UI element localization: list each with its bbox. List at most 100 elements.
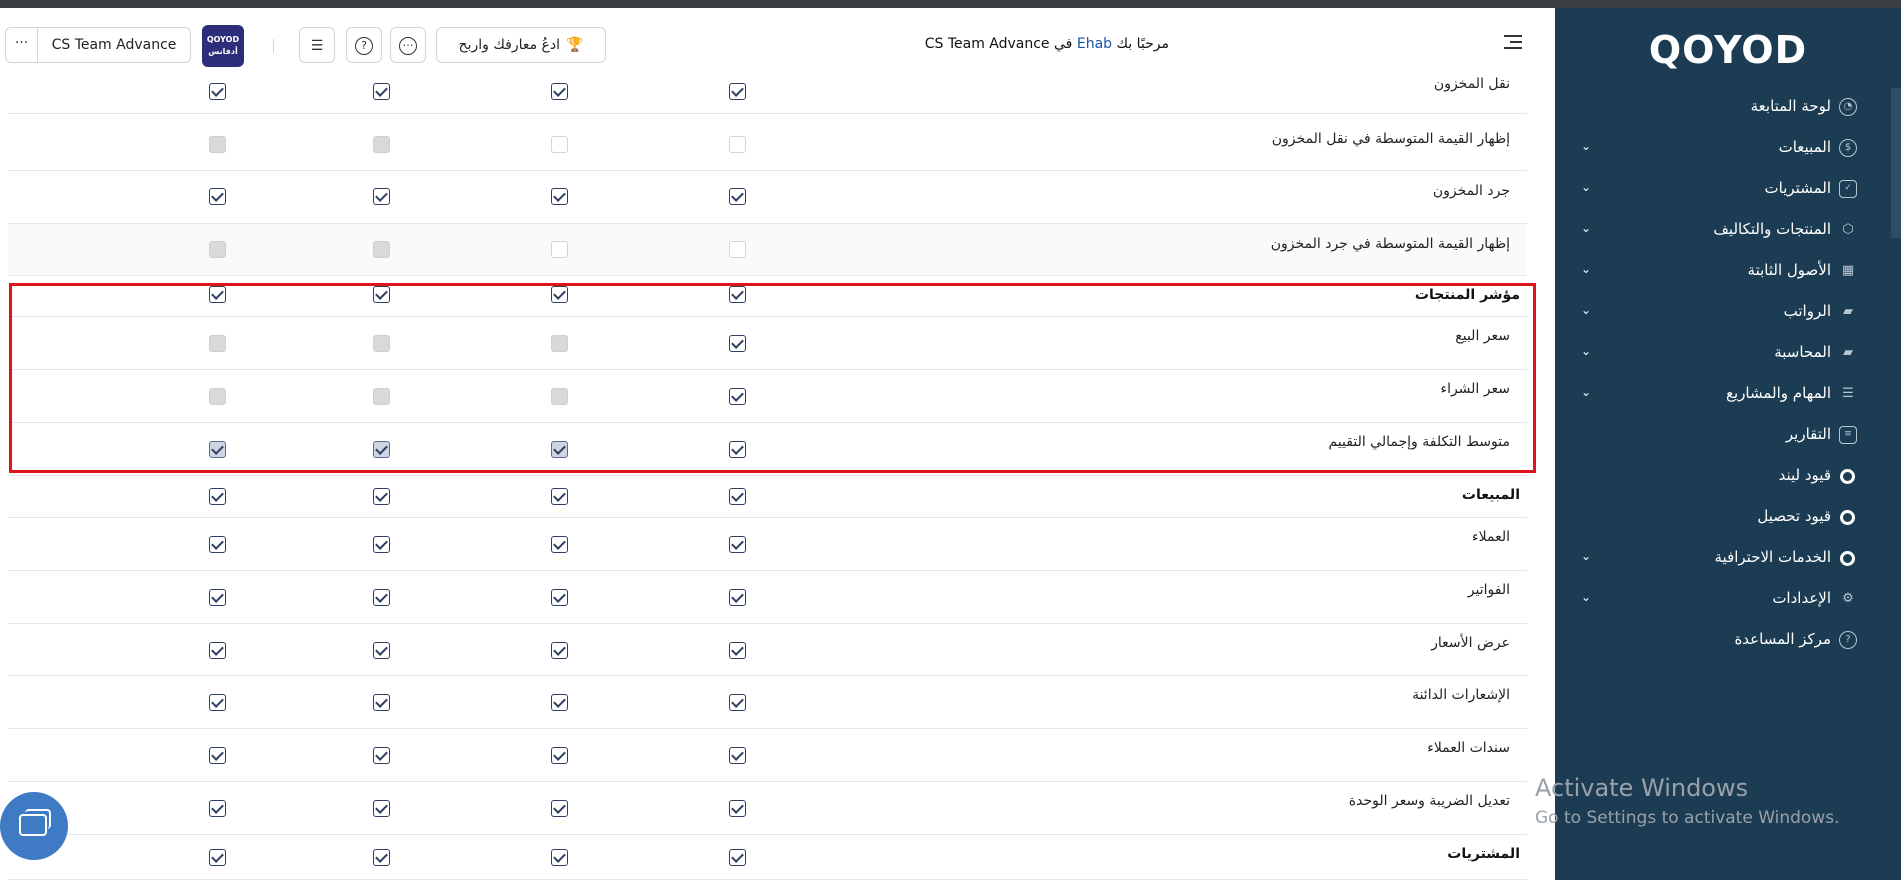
sidebar-item-13[interactable]: الإعدادات ⚙ ⌄ [1555,578,1901,622]
permission-checkbox[interactable] [551,241,568,258]
permission-checkbox[interactable] [373,849,390,866]
support-chat-button[interactable] [0,792,68,860]
permission-checkbox[interactable] [729,800,746,817]
permission-checkbox [209,136,226,153]
permission-checkbox[interactable] [373,642,390,659]
chevron-down-icon[interactable]: ⌄ [1577,342,1595,360]
permission-checkbox[interactable] [551,800,568,817]
permission-label: إظهار القيمة المتوسطة في نقل المخزون [1271,131,1510,147]
chevron-down-icon[interactable]: ⌄ [1577,547,1595,565]
sidebar-item-7[interactable]: المحاسبة ▰ ⌄ [1555,332,1901,376]
permission-checkbox[interactable] [209,83,226,100]
permission-checkbox[interactable] [373,800,390,817]
permission-checkbox[interactable] [373,536,390,553]
folder-icon: ▰ [1843,304,1853,319]
trophy-icon: 🏆 [566,37,584,53]
permission-checkbox[interactable] [209,800,226,817]
permission-checkbox[interactable] [209,188,226,205]
permission-checkbox[interactable] [373,441,390,458]
permission-checkbox[interactable] [373,83,390,100]
more-options-icon[interactable]: ··· [6,28,38,62]
permission-checkbox[interactable] [551,83,568,100]
permission-checkbox[interactable] [209,642,226,659]
chevron-down-icon[interactable]: ⌄ [1577,588,1595,606]
sidebar-item-8[interactable]: المهام والمشاريع ☰ ⌄ [1555,373,1901,417]
permission-checkbox[interactable] [729,388,746,405]
permission-checkbox[interactable] [551,849,568,866]
invite-and-earn-button[interactable]: 🏆ادعُ معارفك واربح [436,27,606,63]
permission-checkbox[interactable] [209,747,226,764]
chat-button[interactable]: ··· [390,27,426,63]
permission-checkbox[interactable] [209,694,226,711]
permission-checkbox[interactable] [551,642,568,659]
permission-checkbox[interactable] [209,849,226,866]
permission-checkbox[interactable] [209,536,226,553]
permission-checkbox[interactable] [551,441,568,458]
help-button[interactable]: ? [346,27,382,63]
permission-checkbox[interactable] [729,188,746,205]
chevron-down-icon[interactable]: ⌄ [1577,219,1595,237]
sidebar-item-3[interactable]: المشتريات ✓ ⌄ [1555,168,1901,212]
permission-checkbox[interactable] [729,335,746,352]
permission-checkbox[interactable] [373,488,390,505]
permission-checkbox[interactable] [551,488,568,505]
permission-row: سندات العملاء [8,729,1527,782]
permission-checkbox[interactable] [729,589,746,606]
permission-checkbox[interactable] [551,747,568,764]
sidebar-item-14[interactable]: مركز المساعدة? [1555,619,1901,663]
sidebar-item-label: قيود تحصيل [1757,507,1831,525]
permission-checkbox[interactable] [729,488,746,505]
chevron-down-icon[interactable]: ⌄ [1577,178,1595,196]
permission-checkbox[interactable] [209,488,226,505]
chevron-down-icon[interactable]: ⌄ [1577,260,1595,278]
sidebar-item-5[interactable]: الأصول الثابتة ▦ ⌄ [1555,250,1901,294]
permission-checkbox[interactable] [729,536,746,553]
company-logo[interactable]: QOYOD أدفانس [202,25,244,67]
permission-checkbox[interactable] [209,441,226,458]
permission-checkbox[interactable] [729,286,746,303]
permission-checkbox[interactable] [729,136,746,153]
chevron-down-icon[interactable]: ⌄ [1577,383,1595,401]
chevron-down-icon[interactable]: ⌄ [1577,301,1595,319]
permission-checkbox[interactable] [551,286,568,303]
permission-checkbox[interactable] [729,642,746,659]
permission-checkbox[interactable] [729,441,746,458]
sidebar-item-label: المهام والمشاريع [1726,384,1831,402]
permission-checkbox[interactable] [373,747,390,764]
company-switcher-label: CS Team Advance [51,37,177,53]
permission-checkbox[interactable] [209,589,226,606]
permission-checkbox[interactable] [551,536,568,553]
tasks-button[interactable]: ☰ [299,27,335,63]
sidebar-item-1[interactable]: لوحة المتابعة ◔ [1555,86,1901,130]
permission-checkbox[interactable] [729,241,746,258]
permission-checkbox[interactable] [373,188,390,205]
company-switcher[interactable]: ··· CS Team Advance [5,27,191,63]
permission-checkbox[interactable] [729,83,746,100]
menu-toggle-icon[interactable] [1504,35,1522,51]
qoyod-logo[interactable]: QOYOD [1555,28,1901,72]
sidebar-item-12[interactable]: الخدمات الاحترافية ⌄ [1555,537,1901,581]
permission-checkbox[interactable] [373,694,390,711]
sidebar-item-6[interactable]: الرواتب ▰ ⌄ [1555,291,1901,335]
sidebar-scrollbar[interactable] [1891,88,1901,238]
permission-checkbox[interactable] [373,589,390,606]
permission-checkbox[interactable] [551,136,568,153]
permission-checkbox [373,335,390,352]
sidebar-item-9[interactable]: التقارير ≡ [1555,414,1901,458]
permission-checkbox[interactable] [551,589,568,606]
permission-label: جرد المخزون [1432,183,1510,199]
permission-checkbox[interactable] [551,694,568,711]
header-divider [273,39,274,53]
permission-checkbox[interactable] [729,747,746,764]
permission-checkbox[interactable] [373,286,390,303]
sidebar-item-11[interactable]: قيود تحصيل [1555,496,1901,540]
permission-checkbox[interactable] [551,188,568,205]
permission-checkbox[interactable] [209,286,226,303]
sidebar-item-2[interactable]: المبيعات $ ⌄ [1555,127,1901,171]
chevron-down-icon[interactable]: ⌄ [1577,137,1595,155]
sidebar-item-10[interactable]: قيود ليند [1555,455,1901,499]
permission-checkbox[interactable] [729,694,746,711]
sidebar-item-4[interactable]: المنتجات والتكاليف ⬡ ⌄ [1555,209,1901,253]
permission-checkbox[interactable] [729,849,746,866]
permission-row: المشتريات [8,835,1527,880]
